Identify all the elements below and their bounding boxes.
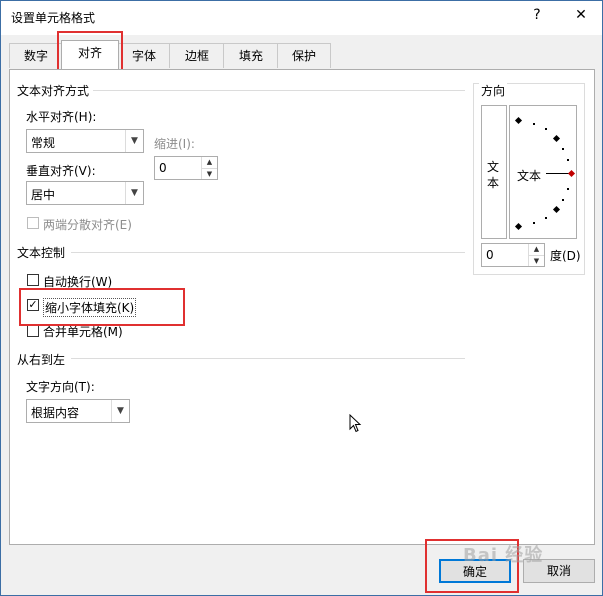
close-button[interactable]: ✕: [571, 7, 591, 23]
tab-alignment[interactable]: 对齐: [61, 40, 119, 69]
section-divider: [93, 90, 465, 91]
direction-label: 文字方向(T):: [26, 380, 95, 394]
help-button[interactable]: ?: [527, 7, 547, 23]
horizontal-select[interactable]: 常规 ▼: [26, 129, 144, 153]
direction-select[interactable]: 根据内容 ▼: [26, 399, 130, 423]
title-bar: 设置单元格格式 ? ✕: [1, 1, 602, 35]
orientation-heading: 方向: [479, 82, 508, 99]
rtl-heading: 从右到左: [17, 353, 66, 367]
dial-text: 文本: [517, 169, 542, 183]
horizontal-value: 常规: [31, 136, 56, 150]
dial-bottom-marker: [514, 222, 523, 231]
orientation-dial[interactable]: 文本: [509, 105, 577, 239]
spin-down-icon[interactable]: ▼: [202, 169, 217, 180]
watermark-logo: Bai 经验: [463, 545, 544, 566]
spin-down-icon[interactable]: ▼: [529, 256, 544, 267]
mouse-cursor-icon: [349, 414, 362, 433]
vertical-label: 垂直对齐(V):: [26, 164, 96, 178]
spinner-buttons[interactable]: ▲ ▼: [528, 244, 544, 266]
vertical-select[interactable]: 居中 ▼: [26, 181, 144, 205]
vertical-text-char-2: 本: [487, 176, 500, 190]
degrees-value: 0: [486, 248, 494, 262]
vertical-text-char-1: 文: [487, 160, 500, 174]
format-cells-dialog: 设置单元格格式 ? ✕ 数字 对齐 字体 边框 填充 保护 文本对齐方式 水平对…: [0, 0, 603, 596]
spin-up-icon[interactable]: ▲: [202, 157, 217, 169]
dial-top-marker: [514, 116, 523, 125]
dial-dot: [567, 159, 569, 161]
distributed-checkbox[interactable]: [27, 217, 39, 229]
tab-font[interactable]: 字体: [117, 43, 171, 68]
indent-label: 缩进(I):: [154, 137, 195, 151]
horizontal-label: 水平对齐(H):: [26, 110, 97, 124]
degrees-label: 度(D): [550, 249, 581, 263]
section-divider: [71, 252, 465, 253]
tab-protection[interactable]: 保护: [277, 43, 331, 68]
spin-up-icon[interactable]: ▲: [529, 244, 544, 256]
dial-dot: [562, 199, 564, 201]
chevron-down-icon: ▼: [125, 130, 143, 152]
direction-value: 根据内容: [31, 406, 80, 420]
dial-dot: [562, 148, 564, 150]
vertical-value: 居中: [31, 188, 56, 202]
merge-checkbox[interactable]: [27, 325, 39, 337]
spinner-buttons[interactable]: ▲ ▼: [201, 157, 217, 179]
dial-marker: [552, 134, 561, 143]
shrink-highlight: [19, 288, 185, 326]
vertical-text-box[interactable]: 文 本: [481, 105, 507, 239]
distributed-label: 两端分散对齐(E): [43, 218, 132, 232]
text-alignment-heading: 文本对齐方式: [17, 84, 90, 98]
indent-value: 0: [159, 161, 167, 175]
degrees-spinner[interactable]: 0 ▲ ▼: [481, 243, 545, 267]
dialog-title: 设置单元格格式: [11, 11, 96, 25]
tab-border[interactable]: 边框: [169, 43, 225, 68]
dial-dot: [533, 222, 535, 224]
dial-dot: [567, 188, 569, 190]
text-control-heading: 文本控制: [17, 246, 66, 260]
dial-dot: [545, 128, 547, 130]
tab-fill[interactable]: 填充: [223, 43, 279, 68]
section-divider: [71, 358, 465, 359]
dial-dot: [545, 217, 547, 219]
dial-pointer: [546, 173, 570, 174]
indent-spinner[interactable]: 0 ▲ ▼: [154, 156, 218, 180]
tab-number[interactable]: 数字: [9, 43, 63, 68]
dial-dot: [533, 123, 535, 125]
chevron-down-icon: ▼: [111, 400, 129, 422]
wrap-checkbox[interactable]: [27, 274, 39, 286]
dial-marker: [552, 205, 561, 214]
chevron-down-icon: ▼: [125, 182, 143, 204]
dial-current-marker: [567, 169, 576, 178]
